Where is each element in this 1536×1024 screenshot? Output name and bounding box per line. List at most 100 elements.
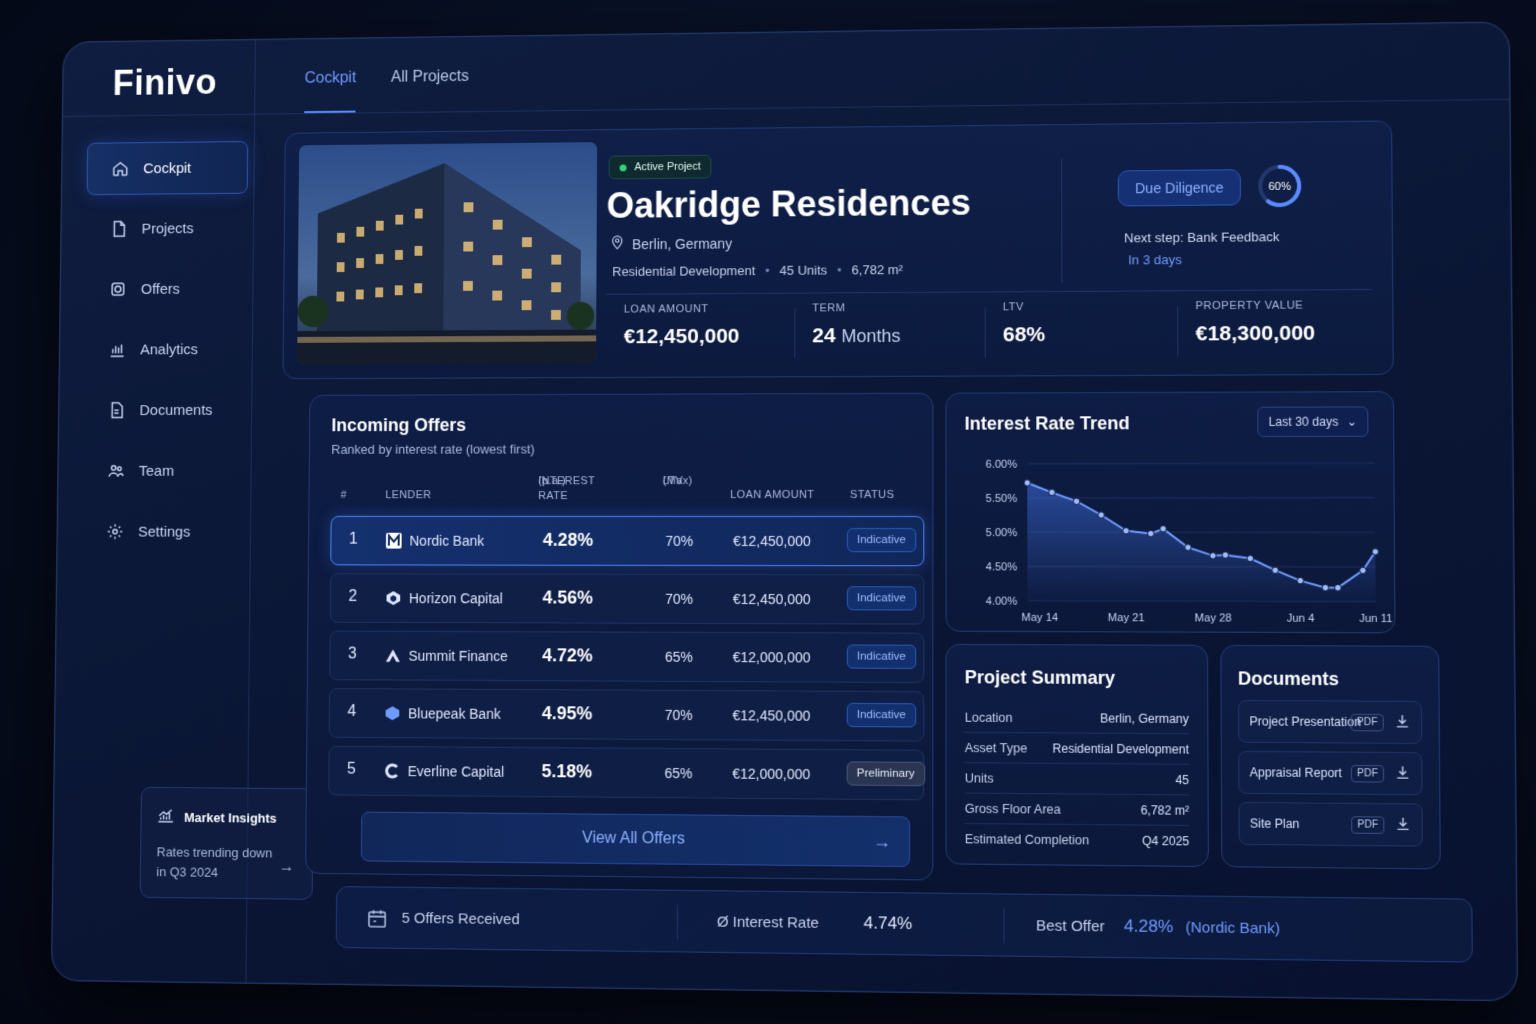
data-point bbox=[1335, 584, 1342, 591]
summary-row-location: Location Berlin, Germany bbox=[964, 702, 1189, 735]
hero-divider bbox=[606, 288, 1372, 295]
table-row[interactable]: 2 Horizon Capital 4.56% 70% €12,450,000 … bbox=[329, 573, 925, 625]
avg-rate-label: Ø Interest Rate bbox=[716, 913, 819, 932]
active-project-label: Active Project bbox=[634, 160, 701, 174]
table-row[interactable]: 5 Everline Capital 5.18% 65% €12,000,000… bbox=[328, 745, 925, 801]
view-all-label: View All Offers bbox=[581, 829, 685, 848]
project-area: 6,782 m² bbox=[851, 262, 903, 278]
download-icon[interactable] bbox=[1395, 816, 1412, 833]
sidebar-item-label: Settings bbox=[138, 523, 191, 541]
offer-lender: Bluepeak Bank bbox=[385, 705, 501, 722]
table-row[interactable]: 4 Bluepeak Bank 4.95% 70% €12,450,000 In… bbox=[328, 688, 925, 742]
status-badge: Indicative bbox=[846, 644, 916, 669]
offer-amount: €12,450,000 bbox=[733, 532, 811, 550]
summary-label: Location bbox=[964, 710, 1013, 725]
offer-ltv: 70% bbox=[664, 706, 693, 724]
stat-number: €12,450,000 bbox=[623, 324, 740, 349]
status-badge: Indicative bbox=[846, 702, 916, 728]
document-item[interactable]: Project Presentation PDF bbox=[1238, 699, 1423, 744]
document-name: Site Plan bbox=[1249, 816, 1300, 832]
table-row[interactable]: 3 Summit Finance 4.72% 65% €12,000,000 I… bbox=[329, 630, 925, 684]
market-insights-header: Market Insights bbox=[157, 808, 297, 828]
data-point bbox=[1322, 584, 1329, 591]
lender-name: Summit Finance bbox=[408, 647, 508, 665]
summary-label: Estimated Completion bbox=[964, 832, 1090, 848]
sidebar-item-settings[interactable]: Settings bbox=[82, 505, 244, 558]
x-tick-label: Jun 11 bbox=[1359, 613, 1392, 625]
sidebar-item-analytics[interactable]: Analytics bbox=[84, 323, 246, 377]
offers-header: Incoming Offers Ranked by interest rate … bbox=[331, 415, 535, 457]
col-rate-sub: (p.a.) bbox=[538, 475, 566, 488]
stat-value: €12,450,000 bbox=[624, 324, 795, 349]
market-insights-card[interactable]: Market Insights Rates trending down in Q… bbox=[139, 786, 314, 900]
hero-divider bbox=[1061, 159, 1063, 283]
stat-term: TERM 24 Months bbox=[794, 301, 984, 348]
sidebar-item-documents[interactable]: Documents bbox=[84, 383, 246, 436]
offers-summary-bar: 5 Offers Received Ø Interest Rate 4.74% … bbox=[335, 886, 1473, 963]
offer-amount: €12,000,000 bbox=[732, 765, 811, 783]
calendar-offers-icon bbox=[366, 907, 388, 929]
document-item[interactable]: Appraisal Report PDF bbox=[1238, 750, 1423, 796]
stat-value: €18,300,000 bbox=[1196, 321, 1372, 346]
lender-name: Horizon Capital bbox=[408, 590, 503, 607]
summary-value: Q4 2025 bbox=[1142, 833, 1190, 849]
view-all-offers-button[interactable]: View All Offers → bbox=[360, 811, 911, 868]
lender-name: Bluepeak Bank bbox=[408, 705, 501, 722]
trend-chart: 6.00% 5.50% 5.00% 4.50% 4.00%May 14 May 21 May… bbox=[986, 459, 1393, 625]
offer-amount: €12,450,000 bbox=[732, 707, 811, 724]
progress-label: 60% bbox=[1268, 181, 1291, 193]
sidebar-item-label: Documents bbox=[139, 401, 213, 419]
download-icon[interactable] bbox=[1394, 764, 1411, 781]
summary-row-completion: Estimated Completion Q4 2025 bbox=[965, 824, 1190, 857]
project-location: Berlin, Germany bbox=[610, 234, 732, 254]
download-icon[interactable] bbox=[1394, 713, 1411, 729]
offer-lender: Horizon Capital bbox=[385, 590, 503, 607]
stat-ltv: LTV 68% bbox=[985, 300, 1178, 347]
offers-subtitle: Ranked by interest rate (lowest first) bbox=[331, 441, 535, 457]
topbar-divider bbox=[62, 98, 1510, 117]
meta-separator: • bbox=[765, 263, 770, 278]
best-offer-lender: (Nordic Bank) bbox=[1185, 918, 1281, 938]
col-rank: # bbox=[340, 489, 347, 502]
sidebar-item-projects[interactable]: Projects bbox=[86, 201, 248, 255]
offer-lender: Nordic Bank bbox=[385, 532, 485, 549]
sidebar-item-cockpit[interactable]: Cockpit bbox=[86, 141, 249, 196]
data-point bbox=[1372, 548, 1379, 555]
offer-icon bbox=[108, 279, 127, 299]
stage-badge[interactable]: Due Diligence bbox=[1117, 169, 1242, 207]
col-lender: LENDER bbox=[385, 489, 432, 502]
arrow-right-icon[interactable]: → bbox=[279, 859, 295, 877]
summary-label: Asset Type bbox=[964, 740, 1028, 756]
app-logo: Finivo bbox=[112, 61, 218, 103]
offer-ltv: 65% bbox=[664, 648, 693, 665]
y-tick-label: 5.50% bbox=[986, 493, 1018, 505]
team-icon bbox=[106, 461, 125, 481]
bluepeak-bank-logo-icon bbox=[385, 705, 401, 721]
sidebar-item-team[interactable]: Team bbox=[83, 444, 245, 497]
offers-table-header: # LENDER INTEREST RATE (p.a.) LTV (Max) LO… bbox=[331, 474, 915, 510]
incoming-offers-card: Incoming Offers Ranked by interest rate … bbox=[305, 392, 934, 881]
documents-title: Documents bbox=[1237, 668, 1339, 690]
data-point bbox=[1247, 555, 1254, 562]
file-icon bbox=[109, 219, 128, 239]
tab-all-projects[interactable]: All Projects bbox=[391, 68, 469, 112]
everline-capital-logo-icon bbox=[384, 763, 400, 779]
table-row[interactable]: 1 Nordic Bank 4.28% 70% €12,450,000 Indi… bbox=[330, 515, 925, 567]
sidebar-item-label: Cockpit bbox=[143, 159, 192, 177]
meta-separator: • bbox=[837, 262, 842, 278]
document-item[interactable]: Site Plan PDF bbox=[1238, 801, 1423, 847]
data-point bbox=[1073, 498, 1080, 504]
offer-lender: Everline Capital bbox=[384, 763, 504, 780]
next-step: Next step: Bank Feedback bbox=[1124, 229, 1280, 246]
sidebar-item-offers[interactable]: Offers bbox=[85, 262, 247, 316]
progress-ring: 60% bbox=[1256, 163, 1303, 210]
offer-rate: 4.72% bbox=[542, 645, 593, 666]
tab-cockpit[interactable]: Cockpit bbox=[304, 69, 357, 114]
lender-name: Nordic Bank bbox=[409, 532, 485, 549]
bar-chart-icon bbox=[108, 340, 127, 360]
offers-table-body: 1 Nordic Bank 4.28% 70% €12,450,000 Indi… bbox=[328, 515, 925, 808]
offer-rank: 4 bbox=[347, 703, 357, 720]
summit-finance-logo-icon bbox=[385, 648, 401, 664]
stat-number: €18,300,000 bbox=[1195, 321, 1316, 346]
documents-card: Documents Project Presentation PDF Appra… bbox=[1220, 644, 1441, 870]
